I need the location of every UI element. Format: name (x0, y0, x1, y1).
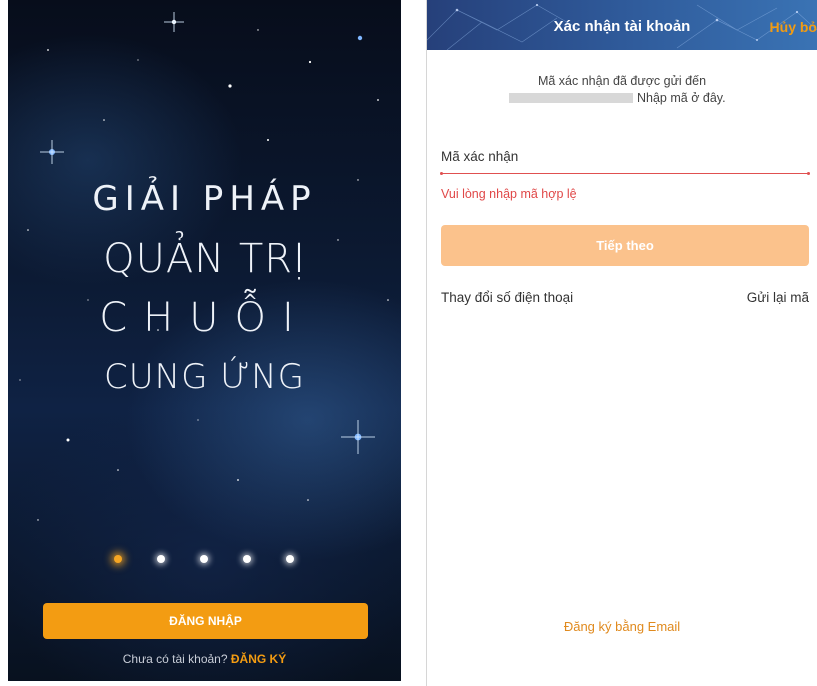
page-dot-1[interactable] (114, 555, 122, 563)
no-account-text: Chưa có tài khoản? (122, 652, 228, 666)
headline-line-3: CHUỖI (99, 295, 310, 341)
resend-code-link[interactable]: Gửi lại mã (747, 290, 809, 305)
register-link[interactable]: ĐĂNG KÝ (231, 652, 286, 666)
verification-code-label: Mã xác nhận (441, 149, 519, 164)
carousel-page-indicator[interactable] (108, 550, 308, 570)
hero-headline: GIẢI PHÁP QUẢN TRỊ CHUỖI CUNG ỨNG (8, 170, 401, 408)
navigation-bar: Xác nhận tài khoản Hủy bỏ (427, 0, 817, 50)
page-dot-2[interactable] (157, 555, 165, 563)
onboarding-screen: GIẢI PHÁP QUẢN TRỊ CHUỖI CUNG ỨNG ĐĂNG N… (8, 0, 401, 681)
headline-line-2: QUẢN TRỊ (103, 236, 306, 282)
register-with-email-link[interactable]: Đăng ký bằng Email (427, 619, 817, 634)
change-phone-link[interactable]: Thay đổi số điện thoại (441, 290, 573, 305)
headline-line-4: CUNG ỨNG (104, 357, 305, 397)
code-sent-target: Nhập mã ở đây. (509, 90, 726, 106)
screen-title: Xác nhận tài khoản (553, 18, 691, 35)
login-button[interactable]: ĐĂNG NHẬP (43, 603, 368, 639)
page-dot-3[interactable] (200, 555, 208, 563)
headline-line-1: GIẢI PHÁP (92, 179, 317, 219)
validation-error: Vui lòng nhập mã hợp lệ (441, 187, 577, 201)
next-button[interactable]: Tiếp theo (441, 225, 809, 266)
verification-code-input[interactable] (441, 164, 808, 180)
verify-account-screen: Xác nhận tài khoản Hủy bỏ Mã xác nhận đã… (427, 0, 817, 686)
enter-code-hint: Nhập mã ở đây. (637, 91, 726, 105)
code-input-underline (440, 172, 810, 175)
cancel-button[interactable]: Hủy bỏ (770, 19, 817, 35)
masked-phone-number (509, 93, 633, 103)
register-prompt: Chưa có tài khoản? ĐĂNG KÝ (8, 652, 401, 666)
page-dot-4[interactable] (243, 555, 251, 563)
code-sent-message: Mã xác nhận đã được gửi đến (537, 74, 707, 88)
page-dot-5[interactable] (286, 555, 294, 563)
